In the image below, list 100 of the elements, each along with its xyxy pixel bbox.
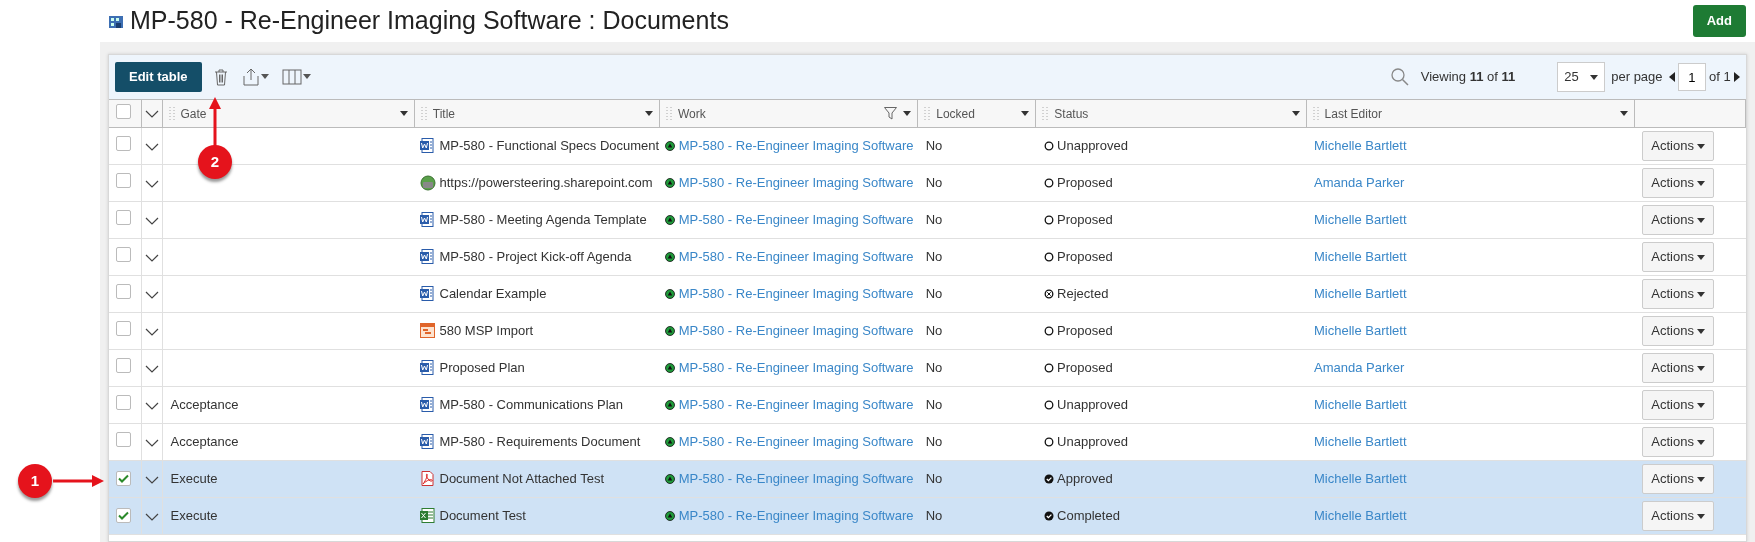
actions-button[interactable]: Actions [1642,131,1715,161]
chevron-down-icon[interactable] [144,327,159,336]
caret-icon[interactable] [1619,111,1628,116]
caret-icon[interactable] [399,111,408,116]
row-checkbox[interactable] [116,135,131,151]
chevron-down-icon[interactable] [144,179,159,188]
circle-icon [1043,363,1054,373]
chevron-down-icon[interactable] [144,512,159,521]
caret-icon[interactable] [1291,111,1300,116]
circle-icon [1043,326,1054,336]
chevron-down-icon[interactable] [144,364,159,373]
status-text: Proposed [1057,211,1113,230]
row-checkbox[interactable] [116,172,131,188]
work-link[interactable]: MP-580 - Re-Engineer Imaging Software [678,284,914,304]
columns-icon[interactable] [281,68,312,86]
table-cell: Acceptance [170,397,239,413]
row-checkbox[interactable] [116,394,131,410]
editor-link[interactable]: Michelle Bartlett [1314,286,1407,302]
work-link[interactable]: MP-580 - Re-Engineer Imaging Software [678,321,914,341]
drag-handle-icon[interactable] [168,105,175,122]
actions-button[interactable]: Actions [1642,279,1715,309]
edit-table-button[interactable]: Edit table [115,62,202,92]
next-page-icon[interactable] [1734,72,1740,82]
column-header[interactable]: Gate [180,104,207,123]
column-header[interactable]: Title [432,104,455,123]
work-link[interactable]: MP-580 - Re-Engineer Imaging Software [678,210,914,230]
chevron-down-icon[interactable] [144,253,159,262]
editor-link[interactable]: Michelle Bartlett [1314,397,1407,413]
chevron-down-icon[interactable] [144,216,159,225]
document-icon [420,360,437,376]
work-link[interactable]: MP-580 - Re-Engineer Imaging Software [678,432,914,452]
editor-link[interactable]: Michelle Bartlett [1314,508,1407,524]
row-checkbox[interactable] [116,209,131,225]
callout-arrow [53,475,104,487]
status-text: Unapproved [1057,396,1128,415]
editor-link[interactable]: Michelle Bartlett [1314,471,1407,487]
previous-page-icon[interactable] [1668,72,1675,82]
actions-button[interactable]: Actions [1642,501,1715,531]
column-header[interactable]: Status [1054,104,1089,123]
caret-icon [1697,328,1706,334]
actions-button[interactable]: Actions [1642,427,1715,457]
select-all-checkbox[interactable] [116,103,131,119]
drag-handle-icon[interactable] [1312,105,1319,122]
editor-link[interactable]: Michelle Bartlett [1314,212,1407,228]
add-button[interactable]: Add [1692,5,1746,37]
status-text: Proposed [1057,359,1113,378]
editor-link[interactable]: Michelle Bartlett [1314,323,1407,339]
actions-button[interactable]: Actions [1642,353,1715,383]
row-checkbox[interactable] [116,320,131,336]
row-checkbox[interactable] [116,283,131,299]
row-checkbox[interactable] [116,246,131,262]
page-size-select[interactable]: 25 [1557,62,1606,92]
drag-handle-icon[interactable] [665,105,672,122]
caret-icon[interactable] [903,111,912,116]
chevron-down-icon[interactable] [144,142,159,151]
row-checkbox[interactable] [116,431,131,447]
drag-handle-icon[interactable] [924,105,931,122]
chevron-down-icon[interactable] [144,475,159,484]
chevron-down-icon[interactable] [144,438,159,447]
row-checkbox[interactable] [116,508,131,524]
work-link[interactable]: MP-580 - Re-Engineer Imaging Software [678,136,914,156]
check-circle-icon [1043,474,1054,484]
drag-handle-icon[interactable] [420,105,427,122]
filter-icon[interactable] [884,107,898,120]
document-title: Document Test [439,507,526,526]
actions-button[interactable]: Actions [1642,242,1715,272]
actions-button[interactable]: Actions [1642,316,1715,346]
work-link[interactable]: MP-580 - Re-Engineer Imaging Software [678,247,914,267]
chevron-down-icon[interactable] [144,110,159,119]
caret-icon[interactable] [1021,111,1030,116]
work-link[interactable]: MP-580 - Re-Engineer Imaging Software [678,395,914,415]
caret-icon [1697,217,1706,223]
page-number-field[interactable]: 1 [1677,63,1706,91]
caret-icon[interactable] [644,111,653,116]
column-header[interactable]: Last Editor [1324,104,1382,123]
actions-button[interactable]: Actions [1642,464,1715,494]
editor-link[interactable]: Amanda Parker [1314,175,1405,191]
actions-button[interactable]: Actions [1642,390,1715,420]
search-icon[interactable] [1390,68,1409,86]
triangle-circle-icon [665,141,676,151]
row-checkbox[interactable] [116,357,131,373]
work-link[interactable]: MP-580 - Re-Engineer Imaging Software [678,358,914,378]
editor-link[interactable]: Michelle Bartlett [1314,249,1407,265]
row-checkbox[interactable] [116,471,131,487]
editor-link[interactable]: Amanda Parker [1314,360,1405,376]
chevron-down-icon[interactable] [144,401,159,410]
status-text: Proposed [1057,248,1113,267]
table-cell: No [925,397,943,413]
table-cell: No [925,212,943,228]
document-title: MP-580 - Requirements Document [439,433,641,452]
editor-link[interactable]: Michelle Bartlett [1314,434,1407,450]
drag-handle-icon[interactable] [1042,105,1049,122]
editor-link[interactable]: Michelle Bartlett [1314,138,1407,154]
column-header[interactable]: Work [677,104,706,123]
table-cell: No [925,508,943,524]
trash-icon[interactable] [213,68,228,86]
chevron-down-icon[interactable] [144,290,159,299]
actions-button[interactable]: Actions [1642,205,1715,235]
work-link[interactable]: MP-580 - Re-Engineer Imaging Software [678,173,914,193]
actions-button[interactable]: Actions [1642,168,1715,198]
